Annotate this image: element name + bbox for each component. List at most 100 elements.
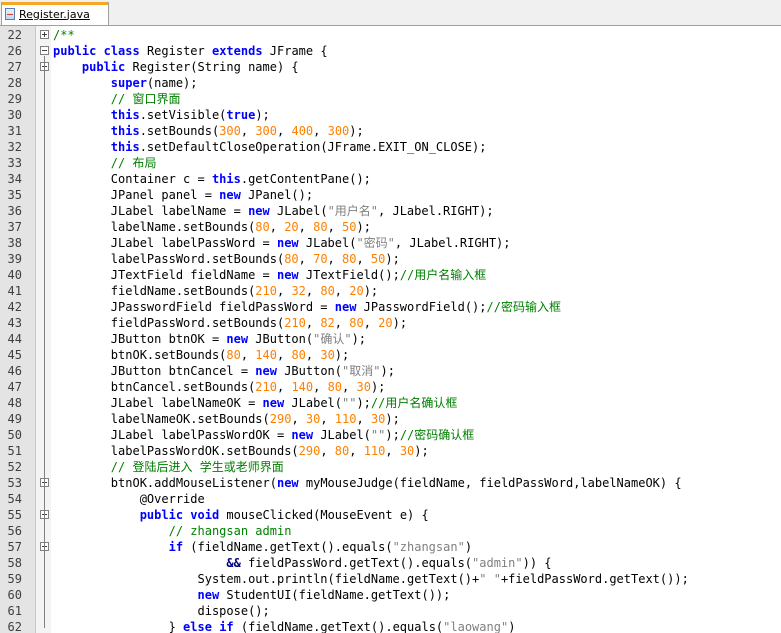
code-text: this.setBounds(300, 300, 400, 300); [110, 124, 364, 138]
code-text: // 窗口界面 [110, 92, 181, 106]
code-line[interactable]: 22 /** [0, 27, 781, 43]
code-text: JTextField fieldName = new JTextField();… [53, 268, 487, 282]
line-number: 57 [7, 540, 22, 554]
code-text: && fieldPassWord.getText().equals("admin… [226, 556, 552, 570]
java-file-icon [5, 8, 15, 20]
code-text: btnOK.setBounds(80, 140, 80, 30); [53, 348, 350, 362]
code-line[interactable]: 32 this.setDefaultCloseOperation(JFrame.… [0, 139, 781, 155]
code-line[interactable]: 50 JLabel labelPassWordOK = new JLabel("… [0, 427, 781, 443]
code-text: new StudentUI(fieldName.getText()); [197, 588, 451, 602]
code-line[interactable]: 61 dispose(); [0, 603, 781, 619]
code-text: // zhangsan admin [168, 524, 292, 538]
code-line[interactable]: 46 JButton btnCancel = new JButton("取消")… [0, 363, 781, 379]
code-line[interactable]: 44 JButton btnOK = new JButton("确认"); [0, 331, 781, 347]
code-line[interactable]: 52 // 登陆后进入 学生或老师界面 [0, 459, 781, 475]
code-text: this.setDefaultCloseOperation(JFrame.EXI… [110, 140, 487, 154]
line-number: 46 [7, 364, 22, 378]
line-number: 29 [7, 92, 22, 106]
fold-expand-icon[interactable] [40, 30, 49, 39]
line-number: 47 [7, 380, 22, 394]
code-text: fieldPassWord.setBounds(210, 82, 80, 20)… [53, 316, 408, 330]
line-number: 42 [7, 300, 22, 314]
code-text: JLabel labelPassWord = new JLabel("密码", … [53, 236, 511, 250]
code-text: } else if (fieldName.getText().equals("l… [53, 620, 516, 633]
tab-register-java[interactable]: Register.java [1, 2, 109, 25]
line-number: 28 [7, 76, 22, 90]
code-text: if (fieldName.getText().equals("zhangsan… [168, 540, 473, 554]
code-line[interactable]: 57 if (fieldName.getText().equals("zhang… [0, 539, 781, 555]
code-line[interactable]: 34 Container c = this.getContentPane(); [0, 171, 781, 187]
code-line[interactable]: 53 btnOK.addMouseListener(new myMouseJud… [0, 475, 781, 491]
fold-collapse-icon[interactable] [40, 46, 49, 55]
code-line[interactable]: 54 @Override [0, 491, 781, 507]
line-number: 53 [7, 476, 22, 490]
code-line[interactable]: 49 labelNameOK.setBounds(290, 30, 110, 3… [0, 411, 781, 427]
line-number: 34 [7, 172, 22, 186]
code-line[interactable]: 40 JTextField fieldName = new JTextField… [0, 267, 781, 283]
code-line[interactable]: 35 JPanel panel = new JPanel(); [0, 187, 781, 203]
code-text: JPanel panel = new JPanel(); [53, 188, 314, 202]
code-line[interactable]: 30 this.setVisible(true); [0, 107, 781, 123]
code-text: public void mouseClicked(MouseEvent e) { [139, 508, 429, 522]
code-line[interactable]: 37 labelName.setBounds(80, 20, 80, 50); [0, 219, 781, 235]
code-line[interactable]: 60 new StudentUI(fieldName.getText()); [0, 587, 781, 603]
line-number: 52 [7, 460, 22, 474]
line-number: 43 [7, 316, 22, 330]
code-line[interactable]: 43 fieldPassWord.setBounds(210, 82, 80, … [0, 315, 781, 331]
code-line[interactable]: 62 } else if (fieldName.getText().equals… [0, 619, 781, 633]
code-line[interactable]: 29 // 窗口界面 [0, 91, 781, 107]
code-line[interactable]: 45 btnOK.setBounds(80, 140, 80, 30); [0, 347, 781, 363]
code-text: fieldName.setBounds(210, 32, 80, 20); [53, 284, 379, 298]
code-line[interactable]: 59 System.out.println(fieldName.getText(… [0, 571, 781, 587]
code-line[interactable]: 42 JPasswordField fieldPassWord = new JP… [0, 299, 781, 315]
code-line[interactable]: 47 btnCancel.setBounds(210, 140, 80, 30)… [0, 379, 781, 395]
line-number: 45 [7, 348, 22, 362]
code-text: JPasswordField fieldPassWord = new JPass… [53, 300, 561, 314]
code-line[interactable]: 56 // zhangsan admin [0, 523, 781, 539]
code-text: super(name); [110, 76, 198, 90]
code-text: // 登陆后进入 学生或老师界面 [110, 460, 284, 474]
code-line[interactable]: 48 JLabel labelNameOK = new JLabel("");/… [0, 395, 781, 411]
code-line[interactable]: 27 public Register(String name) { [0, 59, 781, 75]
code-text: this.setVisible(true); [110, 108, 270, 122]
code-text: public Register(String name) { [81, 60, 299, 74]
code-line[interactable]: 51 labelPassWordOK.setBounds(290, 80, 11… [0, 443, 781, 459]
code-text: btnOK.addMouseListener(new myMouseJudge(… [53, 476, 682, 490]
code-line[interactable]: 28 super(name); [0, 75, 781, 91]
line-number: 51 [7, 444, 22, 458]
code-line[interactable]: 36 JLabel labelName = new JLabel("用户名", … [0, 203, 781, 219]
line-number: 36 [7, 204, 22, 218]
line-number: 50 [7, 428, 22, 442]
line-number: 27 [7, 60, 22, 74]
line-number: 44 [7, 332, 22, 346]
code-text: JButton btnCancel = new JButton("取消"); [53, 364, 395, 378]
line-number: 58 [7, 556, 22, 570]
code-line[interactable]: 38 JLabel labelPassWord = new JLabel("密码… [0, 235, 781, 251]
code-text: btnCancel.setBounds(210, 140, 80, 30); [53, 380, 386, 394]
line-number: 61 [7, 604, 22, 618]
code-editor[interactable]: 22 /** 26 public class Register extends JFr… [0, 26, 781, 633]
tab-bar: Register.java [0, 0, 781, 26]
tab-label: Register.java [19, 7, 90, 21]
line-number: 35 [7, 188, 22, 202]
code-text: labelNameOK.setBounds(290, 30, 110, 30); [53, 412, 400, 426]
code-line[interactable]: 33 // 布局 [0, 155, 781, 171]
line-number: 55 [7, 508, 22, 522]
line-number: 26 [7, 44, 22, 58]
line-number: 60 [7, 588, 22, 602]
code-line[interactable]: 58 && fieldPassWord.getText().equals("ad… [0, 555, 781, 571]
line-number: 62 [7, 620, 22, 633]
code-text: labelPassWordOK.setBounds(290, 80, 110, … [53, 444, 429, 458]
code-line[interactable]: 26 public class Register extends JFrame { [0, 43, 781, 59]
code-text: JLabel labelNameOK = new JLabel("");//用户… [53, 396, 458, 410]
line-number: 40 [7, 268, 22, 282]
line-number: 30 [7, 108, 22, 122]
line-number: 33 [7, 156, 22, 170]
code-line[interactable]: 55 public void mouseClicked(MouseEvent e… [0, 507, 781, 523]
line-number: 38 [7, 236, 22, 250]
code-text: System.out.println(fieldName.getText()+"… [53, 572, 689, 586]
line-number: 56 [7, 524, 22, 538]
code-line[interactable]: 31 this.setBounds(300, 300, 400, 300); [0, 123, 781, 139]
code-line[interactable]: 41 fieldName.setBounds(210, 32, 80, 20); [0, 283, 781, 299]
code-line[interactable]: 39 labelPassWord.setBounds(80, 70, 80, 5… [0, 251, 781, 267]
